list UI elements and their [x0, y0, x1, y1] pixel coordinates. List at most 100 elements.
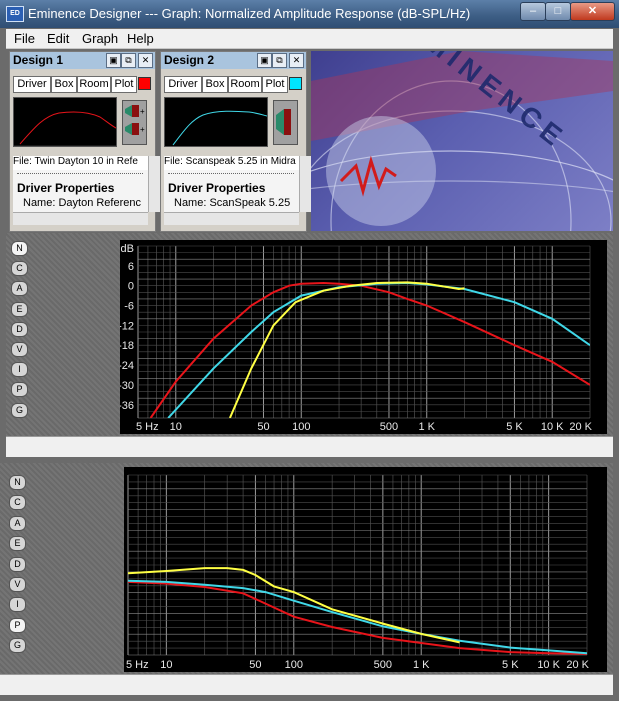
side-button-a[interactable]: A: [9, 515, 26, 531]
maximize-button[interactable]: □: [545, 2, 571, 21]
side-button-c[interactable]: C: [9, 495, 26, 511]
window-title: Eminence Designer --- Graph: Normalized …: [28, 6, 471, 21]
properties-hscroll[interactable]: [164, 212, 299, 225]
side-button-p[interactable]: P: [11, 382, 28, 398]
side-button-g[interactable]: G: [11, 402, 28, 418]
design-1-header: Design 1 ▣ ⧉ ✕: [10, 52, 155, 69]
design-1-mini-graph: [13, 97, 117, 147]
tab-driver[interactable]: Driver: [164, 76, 202, 93]
driver-diagram: + +: [125, 105, 145, 135]
x-tick-label: 100: [285, 659, 303, 671]
y-axis-label: dB: [121, 243, 134, 255]
y-tick-label: 6: [128, 261, 134, 273]
design-1-panel: Design 1 ▣ ⧉ ✕ Driver Box Room Plot + + …: [9, 51, 160, 232]
properties-vscroll[interactable]: [148, 156, 160, 212]
menu-help[interactable]: Help: [127, 31, 154, 46]
side-button-d[interactable]: D: [11, 321, 28, 337]
copy-icon[interactable]: ⧉: [121, 53, 136, 68]
design-2-file: File: Scanspeak 5.25 in Midra: [164, 156, 299, 170]
svg-text:+: +: [140, 107, 145, 116]
side-button-i[interactable]: I: [9, 597, 26, 613]
x-tick-label: 10 K: [537, 659, 560, 671]
banner-logo: EMINENCE: [311, 51, 613, 231]
y-tick-label: 0: [128, 281, 134, 293]
design-2-color-swatch[interactable]: [289, 77, 302, 90]
x-tick-label: 5 Hz: [136, 421, 159, 433]
side-button-n[interactable]: N: [11, 241, 28, 256]
status-bar: [0, 674, 613, 695]
menu-graph[interactable]: Graph: [82, 31, 118, 46]
driver-icon[interactable]: [273, 100, 298, 145]
properties-vscroll[interactable]: [299, 156, 311, 212]
menu-edit[interactable]: Edit: [47, 31, 69, 46]
y-tick-label: -18: [120, 340, 134, 352]
x-tick-label: 5 Hz: [126, 659, 149, 671]
status-bar: [6, 436, 613, 457]
side-button-a[interactable]: A: [11, 281, 28, 297]
close-icon[interactable]: ✕: [289, 53, 304, 68]
x-tick-label: 10: [170, 421, 182, 433]
mini-response-curve: [14, 111, 116, 146]
design-2-mini-graph: [164, 97, 268, 147]
x-tick-label: 20 K: [569, 421, 592, 433]
design-1-file: File: Twin Dayton 10 in Refe: [13, 156, 148, 170]
driver-properties-header: Driver Properties: [17, 181, 115, 195]
x-tick-label: 50: [257, 421, 269, 433]
x-tick-label: 1 K: [418, 421, 435, 433]
side-button-e[interactable]: E: [9, 536, 26, 552]
design-2-title: Design 2: [164, 53, 215, 67]
y-tick-label: -30: [120, 380, 134, 392]
tab-plot[interactable]: Plot: [262, 76, 288, 93]
x-tick-label: 50: [249, 659, 261, 671]
tab-room[interactable]: Room: [77, 76, 111, 93]
y-tick-label: -36: [120, 400, 134, 412]
x-tick-label: 1 K: [413, 659, 430, 671]
side-button-d[interactable]: D: [9, 556, 26, 572]
app-icon[interactable]: ED: [6, 6, 24, 22]
y-tick-label: -6: [124, 301, 134, 313]
properties-hscroll[interactable]: [13, 212, 148, 225]
side-button-v[interactable]: V: [11, 342, 28, 357]
side-button-i[interactable]: I: [11, 362, 28, 378]
tab-room[interactable]: Room: [228, 76, 262, 93]
design-1-title: Design 1: [13, 53, 64, 67]
save-icon[interactable]: ▣: [106, 53, 121, 68]
side-button-c[interactable]: C: [11, 261, 28, 277]
x-tick-label: 500: [374, 659, 392, 671]
x-tick-label: 100: [292, 421, 310, 433]
side-button-v[interactable]: V: [9, 577, 26, 592]
y-tick-label: -24: [120, 360, 134, 372]
tab-driver[interactable]: Driver: [13, 76, 51, 93]
minimize-button[interactable]: ‒: [520, 2, 546, 21]
app-icon-text: ED: [10, 10, 20, 17]
title-bar[interactable]: ED Eminence Designer --- Graph: Normaliz…: [0, 0, 619, 28]
svg-text:+: +: [140, 125, 145, 134]
side-button-g[interactable]: G: [9, 638, 26, 654]
x-tick-label: 500: [380, 421, 398, 433]
design-2-header: Design 2 ▣ ⧉ ✕: [161, 52, 306, 69]
tab-box[interactable]: Box: [202, 76, 228, 93]
design-1-color-swatch[interactable]: [138, 77, 151, 90]
phase-response-chart[interactable]: deg900-90±180900-905 Hz10501005001 K5 K1…: [124, 467, 607, 672]
eminence-banner: EMINENCE: [311, 51, 613, 231]
close-window-button[interactable]: ✕: [570, 2, 615, 21]
design-1-properties: Driver Properties Name: Dayton Referenc: [13, 170, 148, 212]
side-button-p[interactable]: P: [9, 617, 26, 633]
mini-curve-red: [19, 111, 116, 145]
save-icon[interactable]: ▣: [257, 53, 272, 68]
tab-plot[interactable]: Plot: [111, 76, 137, 93]
amplitude-graph-panel: NCAEDVIPG dB 6 0 -6 -12 -18 -24 -30 -365 Hz 10 50 1…: [6, 233, 613, 436]
side-button-n[interactable]: N: [9, 475, 26, 490]
menu-file[interactable]: File: [14, 31, 35, 46]
side-button-e[interactable]: E: [11, 301, 28, 317]
tab-box[interactable]: Box: [51, 76, 77, 93]
driver-name: Name: ScanSpeak 5.25: [174, 197, 291, 209]
copy-icon[interactable]: ⧉: [272, 53, 287, 68]
close-icon[interactable]: ✕: [138, 53, 153, 68]
driver-properties-header: Driver Properties: [168, 181, 266, 195]
mini-curve-cyan: [172, 110, 267, 146]
driver-icon[interactable]: + +: [122, 100, 147, 145]
design-2-panel: Design 2 ▣ ⧉ ✕ Driver Box Room Plot File…: [160, 51, 311, 232]
amplitude-response-chart[interactable]: dB 6 0 -6 -12 -18 -24 -30 -365 Hz 10 50 100 500 1 K 5 …: [120, 240, 607, 434]
menu-bar: File Edit Graph Help: [6, 29, 613, 49]
